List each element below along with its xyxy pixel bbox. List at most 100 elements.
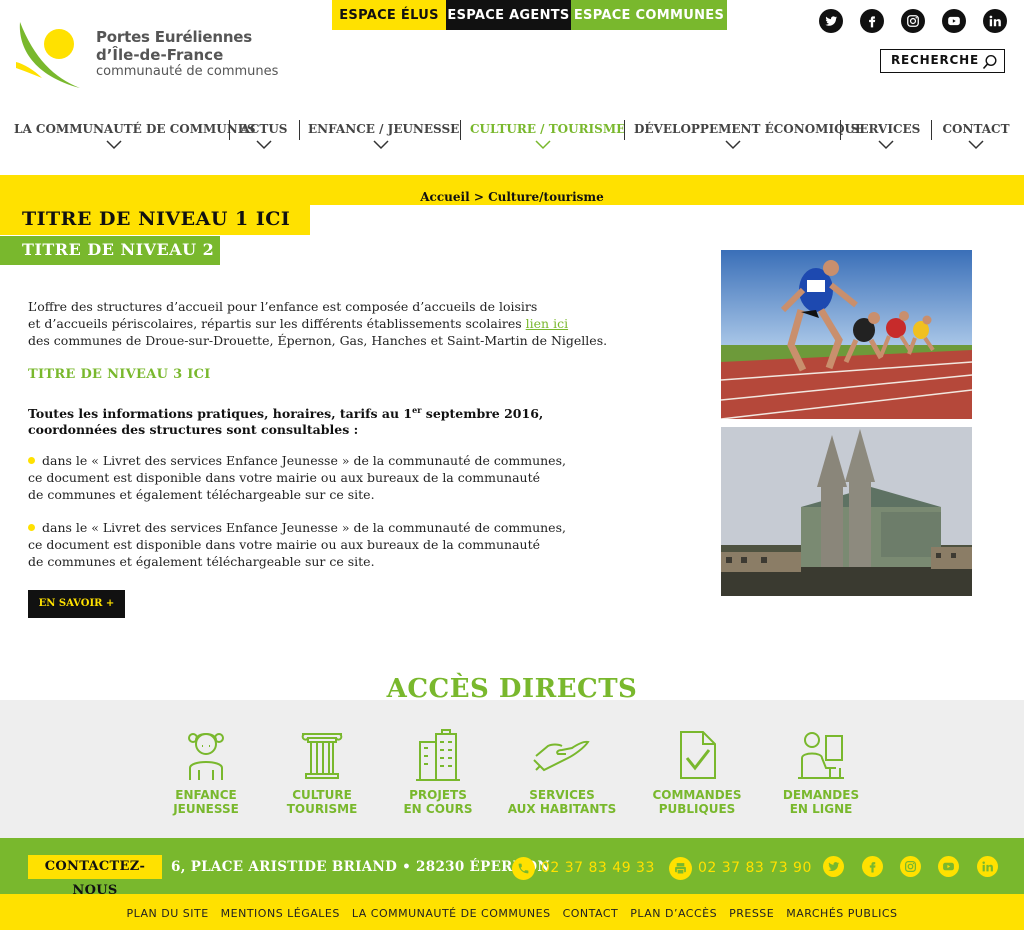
fax-number[interactable]: 02 37 83 73 90 [669,856,812,880]
instagram-icon[interactable] [900,856,921,877]
chevron-down-icon [877,140,894,150]
linkedin-icon[interactable] [983,9,1007,33]
acces-label: SERVICES [529,788,595,802]
intro-paragraph: L’offre des structures d’accueil pour l’… [28,298,648,349]
facebook-icon[interactable] [860,9,884,33]
logo-subtitle: communauté de communes [96,64,279,79]
acces-services-habitants[interactable]: SERVICES AUX HABITANTS [506,728,618,816]
info-lead: Toutes les informations pratiques, horai… [28,402,628,438]
nav-item-contact[interactable]: CONTACT [942,118,1010,158]
page-title-box: TITRE DE NIVEAU 1 ICI [0,205,310,235]
acces-projets-en-cours[interactable]: PROJETS EN COURS [398,728,478,816]
phone-number-text: 02 37 83 49 33 [541,860,655,876]
breadcrumb-separator: > [473,190,484,204]
nav-item-communaute[interactable]: LA COMMUNAUTÉ DE COMMUNES [14,118,256,158]
espace-communes-link[interactable]: ESPACE COMMUNES [571,0,727,30]
inline-link[interactable]: lien ici [526,316,568,331]
acces-label: EN COURS [403,802,473,816]
acces-label: JEUNESSE [173,802,239,816]
chevron-down-icon [968,140,984,150]
acces-label: AUX HABITANTS [507,802,617,816]
footer-link-plan-acces[interactable]: PLAN D’ACCÈS [630,907,717,920]
site-logo[interactable]: Portes Euréliennes d’Île-de-France commu… [14,18,284,92]
espaces-bar: ESPACE ÉLUS ESPACE AGENTS ESPACE COMMUNE… [332,0,727,30]
main-nav: LA COMMUNAUTÉ DE COMMUNES ACTUS ENFANCE … [0,118,1024,160]
nav-label: CONTACT [942,122,1010,136]
acces-culture-tourisme[interactable]: CULTURE TOURISME [282,728,362,816]
footer-link-plan-du-site[interactable]: PLAN DU SITE [126,907,208,920]
breadcrumb-home-link[interactable]: Accueil [420,190,469,204]
facebook-icon[interactable] [862,856,883,877]
nav-item-culture[interactable]: CULTURE / TOURISME [470,118,625,158]
list-item-line: de communes et également téléchargeable … [28,487,375,502]
footer-link-contact[interactable]: CONTACT [563,907,619,920]
espace-agents-link[interactable]: ESPACE AGENTS [446,0,571,30]
search-icon [982,54,997,70]
info-lead-text: septembre 2016, [421,406,544,422]
acces-directs-title: ACCÈS DIRECTS [386,674,638,704]
intro-line: des communes de Droue-sur-Drouette, Éper… [28,333,608,348]
nav-label: ENFANCE / JEUNESSE [308,122,460,136]
acces-enfance-jeunesse[interactable]: ENFANCE JEUNESSE [166,728,246,816]
footer-link-presse[interactable]: PRESSE [729,907,774,920]
acces-commandes-publiques[interactable]: COMMANDES PUBLIQUES [652,728,742,816]
twitter-icon[interactable] [819,9,843,33]
acces-label: EN LIGNE [789,802,853,816]
page-subtitle: TITRE DE NIVEAU 2 [22,240,215,259]
youtube-icon[interactable] [938,856,959,877]
instagram-icon[interactable] [901,9,925,33]
acces-label: DEMANDES [782,788,860,802]
acces-label: ENFANCE [175,788,237,802]
nav-item-developpement[interactable]: DÉVELOPPEMENT ÉCONOMIQUE [634,118,865,158]
acces-label: CULTURE [292,788,352,802]
nav-label: LA COMMUNAUTÉ DE COMMUNES [14,122,256,136]
phone-number[interactable]: 02 37 83 49 33 [512,856,655,880]
breadcrumb: Accueil > Culture/tourisme [0,190,1024,204]
fax-number-text: 02 37 83 73 90 [698,860,812,876]
phone-icon [512,856,535,880]
list-item: dans le « Livret des services Enfance Je… [28,452,648,503]
computer-user-icon [798,732,844,779]
list-item-line: ce document est disponible dans votre ma… [28,537,540,552]
sprinters-photo [721,250,972,419]
info-lead-line: coordonnées des structures sont consulta… [28,422,359,438]
list-item-text: dans le « Livret des services Enfance Je… [42,453,566,468]
contact-label[interactable]: CONTACTEZ-NOUS [28,855,162,898]
chevron-down-icon [106,140,122,150]
site-header: Portes Euréliennes d’Île-de-France commu… [0,0,1024,175]
logo-region: d’Île-de-France [96,46,224,64]
footer-link-communaute[interactable]: LA COMMUNAUTÉ DE COMMUNES [352,907,551,920]
breadcrumb-current: Culture/tourisme [488,190,604,204]
espace-elus-link[interactable]: ESPACE ÉLUS [332,0,446,30]
info-lead-text: Toutes les informations pratiques, horai… [28,406,413,422]
bullet-icon [28,457,35,464]
nav-item-actus[interactable]: ACTUS [238,118,290,158]
list-item-line: de communes et également téléchargeable … [28,554,375,569]
fax-icon [669,856,692,880]
en-savoir-plus-button[interactable]: EN SAVOIR + [28,590,125,618]
list-item-text: dans le « Livret des services Enfance Je… [42,520,566,535]
linkedin-icon[interactable] [977,856,998,877]
intro-text: et d’accueils périscolaires, répartis su… [28,316,522,331]
section-heading: TITRE DE NIVEAU 3 ICI [28,367,211,382]
footer-link-marches-publics[interactable]: MARCHÉS PUBLICS [786,907,897,920]
list-item-line: dans le « Livret des services Enfance Je… [28,452,648,469]
document-check-icon [680,731,716,779]
nav-item-services[interactable]: SERVICES [850,118,921,158]
buildings-icon [416,729,460,781]
chevron-down-icon [535,140,551,150]
nav-label: DÉVELOPPEMENT ÉCONOMIQUE [634,122,865,136]
list-item-line: dans le « Livret des services Enfance Je… [28,519,648,536]
acces-demandes-en-ligne[interactable]: DEMANDES EN LIGNE [780,728,862,816]
twitter-icon[interactable] [823,856,844,877]
nav-separator [229,120,230,140]
youtube-icon[interactable] [942,9,966,33]
list-item-line: ce document est disponible dans votre ma… [28,470,540,485]
bullet-icon [28,524,35,531]
search-button[interactable]: RECHERCHE [880,49,1005,73]
list-item: dans le « Livret des services Enfance Je… [28,519,648,570]
logo-name: Portes Euréliennes [96,28,253,46]
footer-link-mentions-legales[interactable]: MENTIONS LÉGALES [221,907,340,920]
nav-separator [460,120,461,140]
nav-item-enfance[interactable]: ENFANCE / JEUNESSE [308,118,460,158]
